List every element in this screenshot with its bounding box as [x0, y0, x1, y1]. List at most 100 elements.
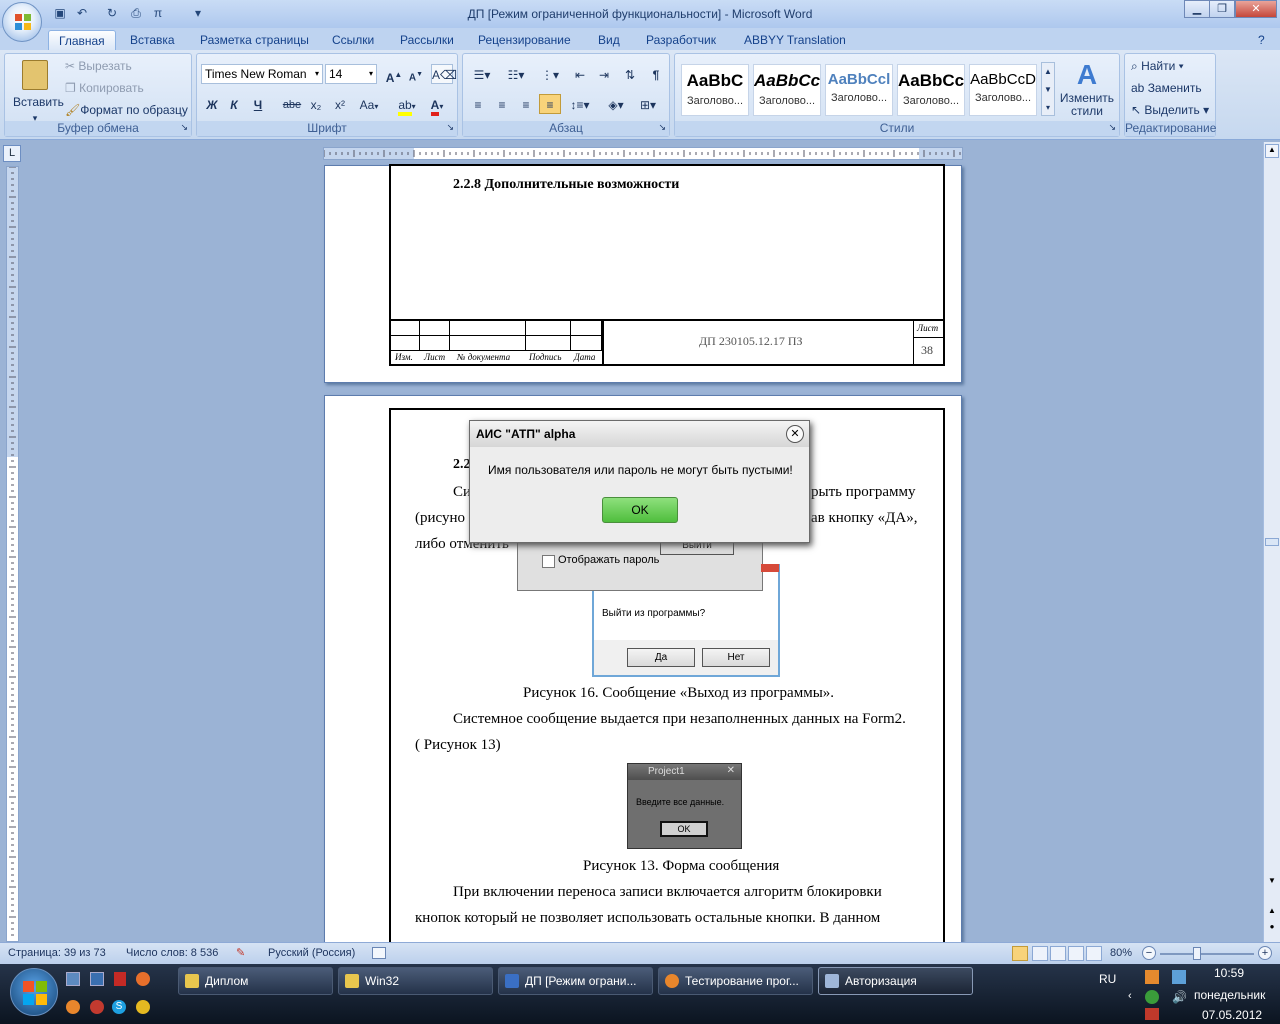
numbering-icon[interactable]: ☷▾: [501, 64, 531, 84]
style-heading-5[interactable]: AaBbCcD Заголово...: [969, 64, 1037, 116]
tab-review[interactable]: Рецензирование: [468, 30, 581, 50]
scroll-thumb[interactable]: [1265, 538, 1279, 546]
document-page[interactable]: 2.2.8 Дополнительные возможности Изм. Ли…: [324, 164, 962, 383]
taskbar-item-auth[interactable]: Авторизация: [818, 967, 973, 995]
zoom-slider[interactable]: [1160, 953, 1254, 955]
taskbar-item-win32[interactable]: Win32: [338, 967, 493, 995]
minimize-button[interactable]: ▁: [1184, 0, 1210, 18]
volume-icon[interactable]: 🔊: [1172, 990, 1187, 1004]
network-icon[interactable]: [1172, 970, 1186, 984]
maximize-button[interactable]: ❐: [1209, 0, 1235, 18]
tray-icon[interactable]: [1145, 970, 1159, 984]
justify-icon[interactable]: ≡: [539, 94, 561, 114]
tab-mailings[interactable]: Рассылки: [390, 30, 464, 50]
browse-object-icon[interactable]: ●: [1265, 922, 1279, 936]
copy-button[interactable]: ❐ Копировать: [65, 80, 144, 96]
tab-references[interactable]: Ссылки: [322, 30, 384, 50]
font-name-select[interactable]: Times New Roman ▾: [201, 64, 323, 84]
find-button[interactable]: ⌕ Найти ▾: [1131, 58, 1184, 74]
skype-icon[interactable]: S: [112, 1000, 126, 1014]
scroll-down-icon[interactable]: ▼: [1265, 876, 1279, 890]
zoom-in-icon[interactable]: +: [1258, 946, 1272, 960]
taskbar-item-diplom[interactable]: Диплом: [178, 967, 333, 995]
page-count[interactable]: Страница: 39 из 73: [8, 947, 106, 959]
style-heading-3[interactable]: AaBbCcl Заголово...: [825, 64, 893, 116]
language-bar[interactable]: RU: [1099, 972, 1116, 986]
zoom-level[interactable]: 80%: [1110, 947, 1132, 959]
superscript-button[interactable]: x²: [329, 94, 351, 114]
font-size-select[interactable]: 14 ▾: [325, 64, 377, 84]
quicklaunch-icon[interactable]: [136, 972, 150, 986]
select-button[interactable]: ↖ Выделить ▾: [1131, 102, 1209, 118]
reading-layout-icon[interactable]: [1032, 946, 1048, 961]
font-color-icon[interactable]: A▾: [423, 94, 451, 116]
vertical-scrollbar[interactable]: ▲ ▼ ▲ ●: [1263, 142, 1280, 942]
replace-button[interactable]: ab Заменить: [1131, 80, 1202, 96]
vertical-ruler[interactable]: [6, 166, 19, 942]
clock-day[interactable]: понедельник: [1194, 988, 1265, 1002]
horizontal-ruler[interactable]: [323, 147, 963, 160]
taskbar-item-word[interactable]: ДП [Режим ограни...: [498, 967, 653, 995]
spellcheck-icon[interactable]: ✎: [236, 946, 245, 959]
zoom-out-icon[interactable]: −: [1142, 946, 1156, 960]
bullets-icon[interactable]: ☰▾: [467, 64, 497, 84]
grow-font-icon[interactable]: A▲: [383, 64, 405, 85]
paste-button[interactable]: Вставить ▾: [13, 58, 64, 123]
help-icon[interactable]: ?: [1254, 30, 1269, 50]
dialog-launcher-icon[interactable]: ↘: [446, 119, 454, 135]
tab-developer[interactable]: Разработчик: [636, 30, 726, 50]
change-styles-button[interactable]: A Изменить стили: [1059, 58, 1115, 118]
start-button[interactable]: [10, 968, 58, 1016]
tab-selector[interactable]: L: [3, 145, 21, 162]
multilevel-list-icon[interactable]: ⋮▾: [535, 64, 565, 84]
show-marks-icon[interactable]: ¶: [645, 64, 667, 84]
borders-icon[interactable]: ⊞▾: [633, 94, 663, 114]
tray-icon[interactable]: [1145, 1008, 1159, 1020]
tab-home[interactable]: Главная: [48, 30, 116, 50]
strikethrough-button[interactable]: abe: [281, 94, 303, 114]
styles-scroll[interactable]: ▲ ▼ ▾: [1041, 62, 1055, 116]
underline-button[interactable]: Ч: [247, 94, 269, 114]
draft-icon[interactable]: [1086, 946, 1102, 961]
align-left-icon[interactable]: ≡: [467, 94, 489, 114]
clock-date[interactable]: 07.05.2012: [1202, 1008, 1262, 1022]
utorrent-icon[interactable]: [1145, 990, 1159, 1004]
change-case-button[interactable]: Aa▾: [355, 94, 383, 114]
alert-ok-button[interactable]: OK: [602, 497, 678, 523]
macro-icon[interactable]: [372, 947, 386, 959]
clock-time[interactable]: 10:59: [1214, 966, 1244, 980]
outline-icon[interactable]: [1068, 946, 1084, 961]
quicklaunch-icon[interactable]: [114, 972, 126, 986]
alert-close-icon[interactable]: ✕: [786, 425, 804, 443]
word-count[interactable]: Число слов: 8 536: [126, 947, 218, 959]
increase-indent-icon[interactable]: ⇥: [593, 64, 615, 84]
dialog-launcher-icon[interactable]: ↘: [1108, 119, 1116, 135]
close-button[interactable]: ✕: [1235, 0, 1277, 18]
line-spacing-icon[interactable]: ↕≡▾: [565, 94, 595, 114]
dialog-launcher-icon[interactable]: ↘: [658, 119, 666, 135]
align-right-icon[interactable]: ≡: [515, 94, 537, 114]
style-heading-2[interactable]: AaBbCc Заголово...: [753, 64, 821, 116]
quicklaunch-icon[interactable]: [90, 972, 104, 986]
clear-format-icon[interactable]: A⌫: [431, 64, 457, 84]
decrease-indent-icon[interactable]: ⇤: [569, 64, 591, 84]
scroll-up-icon[interactable]: ▲: [1265, 144, 1279, 158]
opera-icon[interactable]: [90, 1000, 104, 1014]
tab-insert[interactable]: Вставка: [120, 30, 185, 50]
language-indicator[interactable]: Русский (Россия): [268, 947, 355, 959]
tab-page-layout[interactable]: Разметка страницы: [190, 30, 319, 50]
style-heading-4[interactable]: AaBbCc Заголово...: [897, 64, 965, 116]
print-layout-icon[interactable]: [1012, 946, 1028, 961]
align-center-icon[interactable]: ≡: [491, 94, 513, 114]
taskbar-item-firefox[interactable]: Тестирование прог...: [658, 967, 813, 995]
zoom-thumb[interactable]: [1193, 947, 1201, 960]
quicklaunch-icon[interactable]: [136, 1000, 150, 1014]
bold-button[interactable]: Ж: [201, 94, 223, 114]
subscript-button[interactable]: x₂: [305, 94, 327, 114]
style-heading-1[interactable]: AaBbC Заголово...: [681, 64, 749, 116]
highlight-icon[interactable]: ab▾: [393, 94, 421, 116]
format-painter-button[interactable]: 🖌Формат по образцу: [65, 102, 188, 118]
tab-view[interactable]: Вид: [588, 30, 630, 50]
shading-icon[interactable]: ◈▾: [601, 94, 631, 114]
prev-page-icon[interactable]: ▲: [1265, 906, 1279, 920]
